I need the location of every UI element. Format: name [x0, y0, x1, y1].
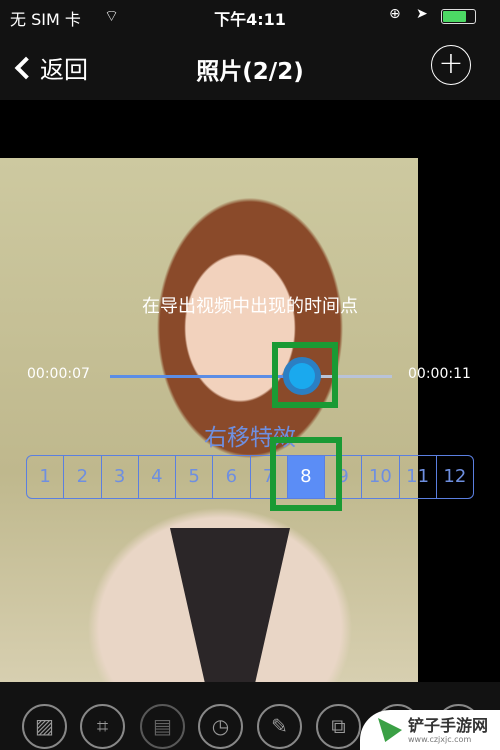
highlight-box — [270, 437, 342, 511]
battery-icon — [441, 9, 476, 24]
add-button[interactable]: + — [431, 45, 471, 85]
watermark: 铲子手游网 www.czjxjc.com — [360, 710, 500, 750]
segment-5[interactable]: 5 — [176, 456, 214, 498]
top-bar: 无 SIM 卡 ⌔ 下午4:11 ⊕ ➤ 返回 照片(2/2) + — [0, 0, 500, 100]
image-icon[interactable]: ▨ — [22, 704, 67, 749]
segment-12[interactable]: 12 — [437, 456, 473, 498]
watermark-name: 铲子手游网 — [408, 715, 489, 735]
save-icon[interactable]: ▤ — [140, 704, 185, 749]
segment-control: 1 2 3 4 5 6 7 8 9 10 11 12 — [26, 455, 474, 499]
page-title: 照片(2/2) — [196, 59, 304, 85]
start-time: 00:00:07 — [27, 366, 90, 382]
crop-icon[interactable]: ⌗ — [80, 704, 125, 749]
share-icon[interactable]: ⧉ — [316, 704, 361, 749]
segment-6[interactable]: 6 — [213, 456, 251, 498]
watermark-logo — [378, 718, 402, 742]
clock-icon[interactable]: ◷ — [198, 704, 243, 749]
segment-2[interactable]: 2 — [64, 456, 102, 498]
segment-1[interactable]: 1 — [27, 456, 65, 498]
time-slider[interactable] — [110, 375, 392, 378]
rotation-lock-icon: ⊕ — [389, 6, 401, 22]
hint-text: 在导出视频中出现的时间点 — [142, 296, 358, 317]
effect-label[interactable]: 右移特效 — [0, 418, 500, 452]
segment-4[interactable]: 4 — [139, 456, 176, 498]
segment-3[interactable]: 3 — [102, 456, 139, 498]
watermark-url: www.czjxjc.com — [408, 734, 472, 744]
highlight-box — [272, 342, 338, 408]
pencil-icon[interactable]: ✎ — [257, 704, 302, 749]
photo-detail — [170, 528, 290, 682]
location-icon: ➤ — [416, 6, 428, 22]
end-time: 00:00:11 — [408, 366, 471, 382]
segment-10[interactable]: 10 — [362, 456, 400, 498]
segment-11[interactable]: 11 — [400, 456, 437, 498]
